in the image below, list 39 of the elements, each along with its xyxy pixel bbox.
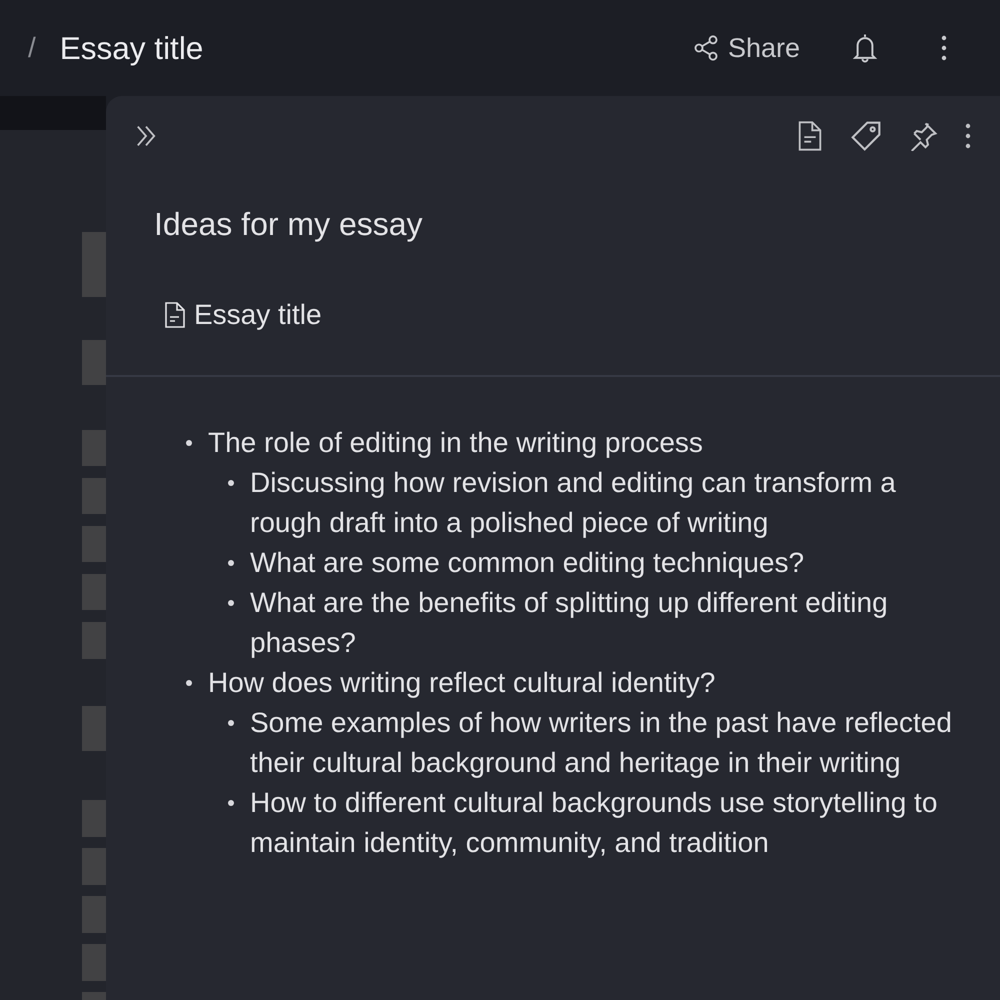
- bullet-icon: [186, 680, 192, 686]
- marker-bar: [82, 706, 106, 751]
- share-icon: [692, 34, 720, 62]
- outline-item: How to different cultural backgrounds use storytelling to maintain identity, community, and tradition: [250, 786, 938, 860]
- document-icon: [164, 301, 186, 329]
- more-icon[interactable]: [940, 35, 948, 61]
- outline-item: The role of editing in the writing process: [208, 426, 704, 460]
- marker-bar: [82, 232, 106, 297]
- linked-note[interactable]: Essay title: [164, 299, 1000, 331]
- pin-icon[interactable]: [908, 121, 938, 151]
- outline-item: How does writing reflect cultural identity?: [208, 666, 716, 700]
- bullet-icon: [228, 720, 234, 726]
- bullet-icon: [228, 800, 234, 806]
- marker-bar: [82, 526, 106, 562]
- document-icon[interactable]: [796, 120, 824, 152]
- marker-bar: [82, 430, 106, 466]
- outline-item: What are some common editing techniques?: [250, 546, 806, 580]
- bullet-icon: [228, 560, 234, 566]
- marker-bar: [82, 800, 106, 837]
- notifications-icon[interactable]: [850, 32, 880, 64]
- marker-bar: [82, 896, 106, 933]
- marker-bar: [82, 848, 106, 885]
- tag-icon[interactable]: [850, 120, 882, 152]
- note-title: Ideas for my essay: [154, 206, 424, 243]
- bullet-icon: [186, 440, 192, 446]
- share-button[interactable]: Share: [692, 32, 800, 64]
- marker-bar: [82, 574, 106, 610]
- marker-bar: [82, 622, 106, 659]
- bullet-icon: [228, 480, 234, 486]
- breadcrumb-separator: /: [28, 32, 36, 64]
- outline-item: Discussing how revision and editing can transform a rough draft into a polished piece of writing: [250, 466, 897, 540]
- marker-bar: [82, 992, 106, 1000]
- marker-bar: [82, 944, 106, 981]
- outline-item: What are the benefits of splitting up different editing phases?: [250, 586, 889, 660]
- bullet-icon: [228, 600, 234, 606]
- outline-item: Some examples of how writers in the past have reflected their cultural background and heritage in their writing: [250, 706, 953, 780]
- marker-bar: [82, 478, 106, 514]
- page-title: Essay title: [60, 30, 204, 66]
- more-icon[interactable]: [964, 123, 972, 149]
